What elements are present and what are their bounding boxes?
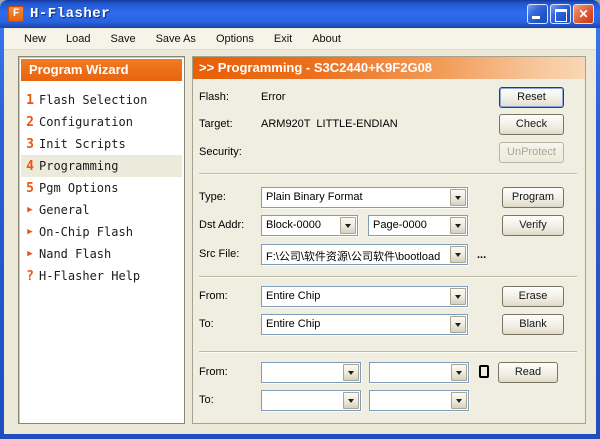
sidebar-item-label: On-Chip Flash [39,221,133,243]
src-file-combobox[interactable]: F:\公司\软件资源\公司软件\bootload [261,244,468,265]
program-wizard-panel: Program Wizard 1 Flash Selection 2 Confi… [18,56,185,424]
sidebar-item-general[interactable]: ▶ General [21,199,182,221]
unprotect-button: UnProtect [499,142,564,163]
titlebar[interactable]: F H-Flasher [0,0,600,28]
read-from-label: From: [199,366,228,378]
app-icon: F [8,6,24,22]
dst-page-combobox[interactable]: Page-0000 [368,215,468,236]
menu-load[interactable]: Load [56,30,100,48]
read-from-block-combobox[interactable] [261,362,361,383]
menu-new[interactable]: New [14,30,56,48]
chevron-down-icon[interactable] [451,364,467,381]
erase-from-combobox[interactable]: Entire Chip [261,286,468,307]
erase-from-label: From: [199,290,228,302]
type-combobox[interactable]: Plain Binary Format [261,187,468,208]
sidebar-item-label: H-Flasher Help [39,265,140,287]
arrow-right-icon: ▶ [21,205,39,215]
arrow-right-icon: ▶ [21,227,39,237]
erase-to-combobox[interactable]: Entire Chip [261,314,468,335]
erase-button[interactable]: Erase [502,286,564,307]
chevron-down-icon[interactable] [343,364,359,381]
menu-save[interactable]: Save [101,30,146,48]
programming-panel: >> Programming - S3C2440+K9F2G08 Flash: … [192,56,586,424]
read-from-page-combobox[interactable] [369,362,469,383]
dst-block-value: Block-0000 [266,219,338,231]
question-mark-icon: ? [21,269,39,284]
dst-page-value: Page-0000 [373,219,448,231]
flash-label: Flash: [199,91,229,103]
type-combobox-value: Plain Binary Format [266,191,448,203]
chevron-down-icon[interactable] [450,288,466,305]
step-2-icon: 2 [21,115,39,130]
menubar: New Load Save Save As Options Exit About [4,29,596,50]
sidebar-item-label: Programming [39,155,118,177]
read-to-label: To: [199,394,214,406]
arrow-right-icon: ▶ [21,249,39,259]
chevron-down-icon[interactable] [450,316,466,333]
step-3-icon: 3 [21,137,39,152]
dst-block-combobox[interactable]: Block-0000 [261,215,358,236]
read-to-block-combobox[interactable] [261,390,361,411]
erase-to-value: Entire Chip [266,318,448,330]
reset-button[interactable]: Reset [499,87,564,108]
security-label: Security: [199,146,242,158]
menu-options[interactable]: Options [206,30,264,48]
separator [199,351,577,353]
maximize-button[interactable] [550,4,571,24]
sidebar-item-configuration[interactable]: 2 Configuration [21,111,182,133]
check-button[interactable]: Check [499,114,564,135]
sidebar-item-label: General [39,199,90,221]
src-file-label: Src File: [199,248,239,260]
sidebar-item-pgm-options[interactable]: 5 Pgm Options [21,177,182,199]
chevron-down-icon[interactable] [340,217,356,234]
sidebar-item-init-scripts[interactable]: 3 Init Scripts [21,133,182,155]
separator [199,173,577,175]
step-5-icon: 5 [21,181,39,196]
app-window: F H-Flasher New Load Save Save As Option… [0,0,600,439]
blank-button[interactable]: Blank [502,314,564,335]
target-value: ARM920T LITTLE-ENDIAN [261,118,398,130]
flash-value: Error [261,91,285,103]
chevron-down-icon[interactable] [450,246,466,263]
step-4-icon: 4 [21,159,39,174]
separator [199,276,577,278]
dst-addr-label: Dst Addr: [199,219,244,231]
sidebar-item-label: Init Scripts [39,133,126,155]
close-button[interactable] [573,4,594,24]
step-1-icon: 1 [21,93,39,108]
chevron-down-icon[interactable] [451,392,467,409]
sidebar-item-nand-flash[interactable]: ▶ Nand Flash [21,243,182,265]
titlebar-buttons [527,4,594,24]
sidebar-item-h-flasher-help[interactable]: ? H-Flasher Help [21,265,182,287]
verify-button[interactable]: Verify [502,215,564,236]
sidebar-item-label: Pgm Options [39,177,118,199]
chevron-down-icon[interactable] [450,189,466,206]
panel-title: >> Programming - S3C2440+K9F2G08 [193,57,585,79]
type-label: Type: [199,191,226,203]
src-file-value: F:\公司\软件资源\公司软件\bootload [266,248,448,264]
program-button[interactable]: Program [502,187,564,208]
chevron-down-icon[interactable] [343,392,359,409]
erase-from-value: Entire Chip [266,290,448,302]
browse-file-button[interactable]: ... [477,249,486,261]
target-label: Target: [199,118,233,130]
menu-exit[interactable]: Exit [264,30,302,48]
window-title: H-Flasher [30,6,110,22]
client-area: New Load Save Save As Options Exit About… [4,28,596,434]
placeholder-glyph-icon [479,365,489,378]
minimize-button[interactable] [527,4,548,24]
menu-about[interactable]: About [302,30,351,48]
sidebar-item-flash-selection[interactable]: 1 Flash Selection [21,89,182,111]
sidebar-item-label: Nand Flash [39,243,111,265]
read-button[interactable]: Read [498,362,558,383]
sidebar-item-programming[interactable]: 4 Programming [21,155,182,177]
read-to-page-combobox[interactable] [369,390,469,411]
chevron-down-icon[interactable] [450,217,466,234]
sidebar-item-on-chip-flash[interactable]: ▶ On-Chip Flash [21,221,182,243]
menu-save-as[interactable]: Save As [146,30,206,48]
sidebar-item-label: Flash Selection [39,89,147,111]
erase-to-label: To: [199,318,214,330]
sidebar-item-label: Configuration [39,111,133,133]
program-wizard-header: Program Wizard [21,59,182,81]
